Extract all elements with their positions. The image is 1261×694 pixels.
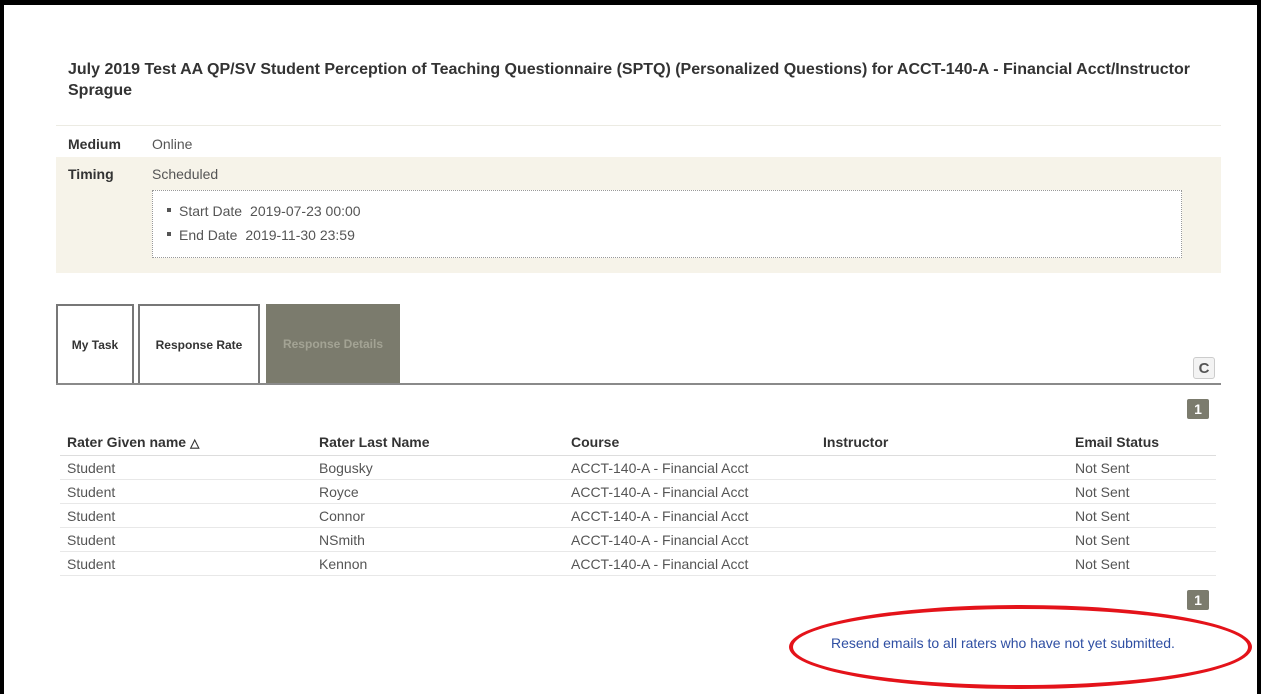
cell-course: ACCT-140-A - Financial Acct <box>564 551 816 576</box>
cell-course: ACCT-140-A - Financial Acct <box>564 527 816 552</box>
end-date-label: End Date <box>179 227 238 243</box>
cell-last-name: Royce <box>312 479 564 504</box>
cell-email-status: Not Sent <box>1068 527 1216 552</box>
cell-last-name: Kennon <box>312 551 564 576</box>
table-row: Student Kennon ACCT-140-A - Financial Ac… <box>60 551 1216 576</box>
pagination-page-bottom[interactable]: 1 <box>1187 590 1209 610</box>
pagination-page-top[interactable]: 1 <box>1187 399 1209 419</box>
bullet-icon <box>167 232 171 237</box>
tab-response-details[interactable]: Response Details <box>266 304 400 384</box>
cell-email-status: Not Sent <box>1068 479 1216 504</box>
header-rater-last-name[interactable]: Rater Last Name <box>312 429 564 456</box>
bullet-icon <box>167 208 171 213</box>
cell-course: ACCT-140-A - Financial Acct <box>564 503 816 528</box>
cell-course: ACCT-140-A - Financial Acct <box>564 479 816 504</box>
medium-row: Medium Online <box>56 129 1221 157</box>
table-row: Student Connor ACCT-140-A - Financial Ac… <box>60 503 1216 528</box>
cell-instructor <box>816 455 1068 480</box>
cell-given-name: Student <box>60 479 312 504</box>
table-header-row: Rater Given name △ Rater Last Name Course… <box>60 429 1216 456</box>
header-course[interactable]: Course <box>564 429 816 456</box>
cell-given-name: Student <box>60 551 312 576</box>
cell-email-status: Not Sent <box>1068 455 1216 480</box>
refresh-button[interactable]: C <box>1193 357 1215 379</box>
sort-ascending-icon: △ <box>190 436 200 450</box>
schedule-dates-box: Start Date 2019-07-23 00:00 End Date 2019-… <box>152 190 1182 258</box>
raters-table: Rater Given name △ Rater Last Name Course… <box>60 429 1216 576</box>
start-date-value: 2019-07-23 00:00 <box>250 203 361 219</box>
cell-instructor <box>816 479 1068 504</box>
end-date-item: End Date 2019-11-30 23:59 <box>167 227 355 243</box>
resend-emails-link[interactable]: Resend emails to all raters who have not… <box>831 635 1175 651</box>
end-date-value: 2019-11-30 23:59 <box>245 227 355 243</box>
cell-course: ACCT-140-A - Financial Acct <box>564 455 816 480</box>
cell-given-name: Student <box>60 527 312 552</box>
timing-label: Timing <box>68 166 114 182</box>
cell-given-name: Student <box>60 455 312 480</box>
timing-value: Scheduled <box>152 166 219 182</box>
cell-email-status: Not Sent <box>1068 503 1216 528</box>
cell-last-name: Bogusky <box>312 455 564 480</box>
refresh-icon: C <box>1198 359 1210 377</box>
info-divider <box>56 125 1221 126</box>
table-row: Student Royce ACCT-140-A - Financial Acc… <box>60 479 1216 504</box>
header-instructor[interactable]: Instructor <box>816 429 1068 456</box>
table-row: Student NSmith ACCT-140-A - Financial Ac… <box>60 527 1216 552</box>
page-title: July 2019 Test AA QP/SV Student Percepti… <box>68 61 1190 99</box>
cell-email-status: Not Sent <box>1068 551 1216 576</box>
header-rater-given-name[interactable]: Rater Given name △ <box>60 429 312 456</box>
tab-my-task[interactable]: My Task <box>56 304 134 384</box>
tab-response-rate[interactable]: Response Rate <box>138 304 260 384</box>
cell-instructor <box>816 527 1068 552</box>
tab-underline <box>56 383 1221 385</box>
medium-value: Online <box>152 136 193 152</box>
table-row: Student Bogusky ACCT-140-A - Financial A… <box>60 455 1216 480</box>
cell-last-name: Connor <box>312 503 564 528</box>
start-date-label: Start Date <box>179 203 243 219</box>
cell-given-name: Student <box>60 503 312 528</box>
start-date-item: Start Date 2019-07-23 00:00 <box>167 203 361 219</box>
cell-last-name: NSmith <box>312 527 564 552</box>
cell-instructor <box>816 503 1068 528</box>
cell-instructor <box>816 551 1068 576</box>
header-email-status[interactable]: Email Status <box>1068 429 1216 456</box>
timing-row: Timing Scheduled Start Date 2019-07-23 00… <box>56 157 1221 273</box>
medium-label: Medium <box>68 136 121 152</box>
page-frame: July 2019 Test AA QP/SV Student Percepti… <box>0 0 1261 694</box>
